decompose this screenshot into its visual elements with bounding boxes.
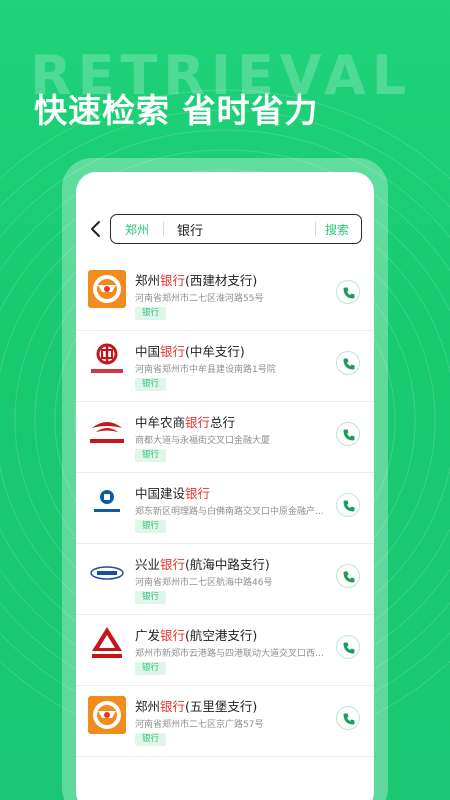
- category-tag: 银行: [135, 307, 167, 320]
- bank-name-suffix: (西建材支行): [185, 273, 258, 288]
- category-tag: 银行: [135, 662, 167, 675]
- promo-headline: 快速检索 省时省力: [34, 91, 319, 130]
- search-button[interactable]: 搜索: [325, 221, 349, 238]
- bank-name: 中牟农商银行总行: [135, 412, 235, 431]
- bank-name-prefix: 中牟农商: [135, 415, 186, 430]
- bank-name: 中国银行(中牟支行): [135, 341, 245, 360]
- bank-name-prefix: 兴业: [135, 557, 161, 572]
- bank-name-suffix: 总行: [210, 415, 236, 430]
- bank-address: 河南省郑州市二七区京广路57号: [135, 720, 264, 730]
- list-item[interactable]: 中牟农商银行总行 商都大道与永福街交叉口金融大厦 银行: [76, 402, 374, 473]
- bank-name: 兴业银行(航海中路支行): [135, 554, 270, 573]
- category-tag: 银行: [135, 520, 167, 533]
- search-input[interactable]: [177, 220, 307, 238]
- cgb-logo-icon: [88, 625, 126, 663]
- bank-address: 河南省郑州市中牟县建设南路1号院: [135, 365, 276, 375]
- bank-name-suffix: (中牟支行): [185, 344, 245, 359]
- list-item[interactable]: 郑州银行(五里堡支行) 河南省郑州市二七区京广路57号 银行: [76, 686, 374, 757]
- bank-name-suffix: (航空港支行): [185, 628, 258, 643]
- phone-screen: 郑州 搜索 郑州银行(西建材支行)河南省郑州市二七区淮河路55号银行中国银行(中…: [76, 172, 374, 800]
- bank-address: 郑州市新郑市云港路与四港联动大道交叉口西…: [135, 649, 325, 659]
- list-item[interactable]: 中国银行(中牟支行) 河南省郑州市中牟县建设南路1号院 银行: [76, 331, 374, 402]
- bank-address: 河南省郑州市二七区航海中路46号: [135, 578, 273, 588]
- zhongmu-rural-bank-logo-icon: [88, 412, 126, 450]
- bank-name-highlight: 银行: [160, 273, 186, 288]
- phone-call-button[interactable]: [336, 351, 360, 375]
- list-item[interactable]: 中国建设银行 郑东新区明理路与白佛南路交叉口中原金融产… 银行: [76, 473, 374, 544]
- result-list: 郑州银行(西建材支行) 河南省郑州市二七区淮河路55号 银行 中国银行(中牟支行) 河南…: [76, 260, 374, 757]
- bank-name-highlight: 银行: [160, 344, 186, 359]
- bank-name: 中国建设银行: [135, 483, 210, 502]
- bank-name-highlight: 银行: [160, 628, 186, 643]
- category-tag: 银行: [135, 733, 167, 746]
- bank-name-highlight: 银行: [185, 486, 211, 501]
- category-tag: 银行: [135, 378, 167, 391]
- phone-call-button[interactable]: [336, 635, 360, 659]
- bank-name-prefix: 郑州: [135, 699, 161, 714]
- search-divider: [163, 222, 164, 236]
- category-tag: 银行: [135, 449, 167, 462]
- list-item[interactable]: 郑州银行(西建材支行) 河南省郑州市二七区淮河路55号 银行: [76, 260, 374, 331]
- bank-name: 郑州银行(西建材支行): [135, 270, 257, 289]
- bank-name-suffix: (五里堡支行): [185, 699, 258, 714]
- bank-address: 河南省郑州市二七区淮河路55号: [135, 294, 264, 304]
- list-item[interactable]: 广发银行(航空港支行) 郑州市新郑市云港路与四港联动大道交叉口西… 银行: [76, 615, 374, 686]
- bank-name-prefix: 中国: [135, 344, 161, 359]
- phone-call-button[interactable]: [336, 280, 360, 304]
- phone-call-button[interactable]: [336, 564, 360, 588]
- zhengzhou-bank-logo-icon: [88, 696, 126, 734]
- bank-name: 广发银行(航空港支行): [135, 625, 257, 644]
- bank-name-prefix: 郑州: [135, 273, 161, 288]
- phone-call-button[interactable]: [336, 706, 360, 730]
- bank-address: 商都大道与永福街交叉口金融大厦: [135, 436, 271, 446]
- search-box: 郑州 搜索: [110, 214, 362, 244]
- bank-name-highlight: 银行: [160, 699, 186, 714]
- industrial-bank-logo-icon: [88, 554, 126, 592]
- bank-name-suffix: (航海中路支行): [185, 557, 270, 572]
- bank-of-china-logo-icon: [88, 341, 126, 379]
- zhengzhou-bank-logo-icon: [88, 270, 126, 308]
- bank-name-highlight: 银行: [185, 415, 211, 430]
- phone-call-button[interactable]: [336, 422, 360, 446]
- phone-call-button[interactable]: [336, 493, 360, 517]
- category-tag: 银行: [135, 591, 167, 604]
- bank-address: 郑东新区明理路与白佛南路交叉口中原金融产…: [135, 507, 325, 517]
- bank-name: 郑州银行(五里堡支行): [135, 696, 257, 715]
- search-divider: [315, 222, 316, 236]
- list-item[interactable]: 兴业银行(航海中路支行) 河南省郑州市二七区航海中路46号 银行: [76, 544, 374, 615]
- bank-name-prefix: 中国建设: [135, 486, 186, 501]
- bank-name-prefix: 广发: [135, 628, 161, 643]
- ccb-logo-icon: [88, 483, 126, 521]
- city-selector[interactable]: 郑州: [125, 221, 149, 238]
- bank-name-highlight: 银行: [160, 557, 186, 572]
- search-bar: 郑州 搜索: [76, 212, 374, 246]
- back-arrow-icon[interactable]: [88, 219, 104, 239]
